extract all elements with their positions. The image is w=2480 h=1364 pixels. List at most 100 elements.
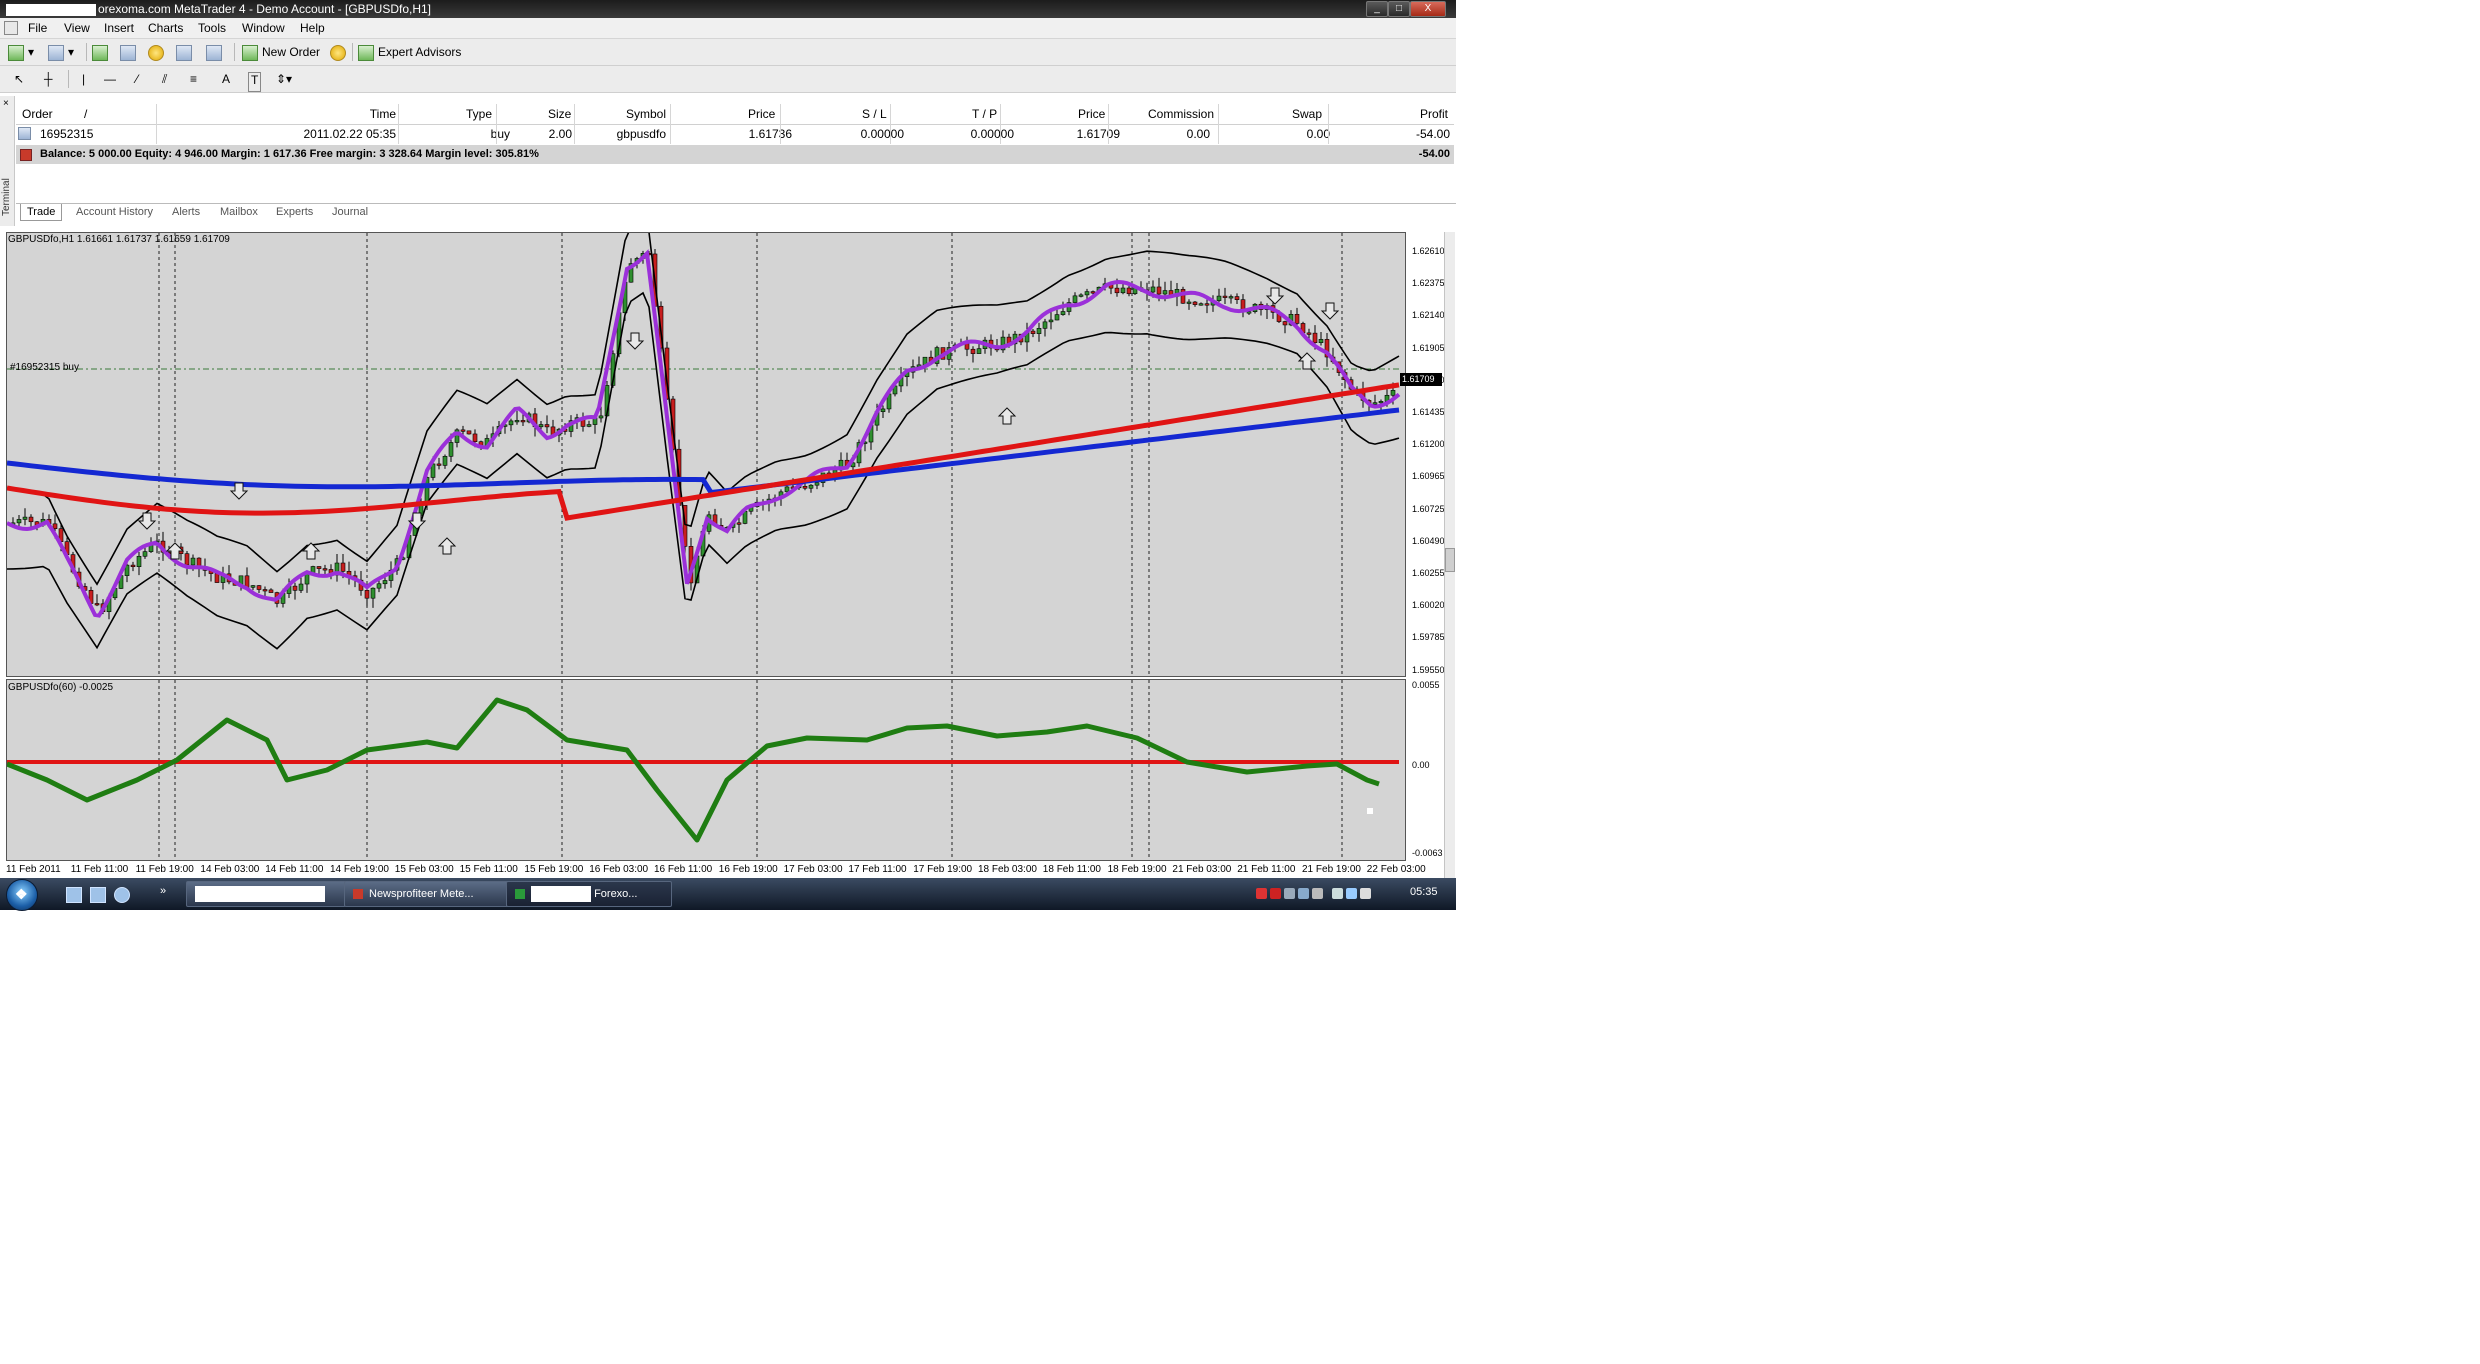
tab-experts[interactable]: Experts (272, 206, 317, 218)
indicator-window[interactable] (6, 679, 1406, 861)
col-sl[interactable]: S / L (862, 107, 887, 121)
taskbar-item-forexoma[interactable]: Forexo... (506, 881, 672, 907)
col-order[interactable]: Order (22, 107, 53, 121)
fibonacci-tool[interactable]: ≡ (190, 70, 197, 88)
taskbar-item-redacted[interactable] (186, 881, 346, 907)
candle-body (1150, 286, 1156, 293)
price-tick-label: 1.62610 (1412, 246, 1445, 256)
col-price[interactable]: Price (748, 107, 775, 121)
cursor-tool[interactable]: ↖ (14, 70, 24, 88)
candle-body (880, 408, 886, 413)
candle-body (1090, 291, 1096, 294)
col-close-price[interactable]: Price (1078, 107, 1105, 121)
time-tick-label: 11 Feb 11:00 (70, 864, 129, 875)
menu-window[interactable]: Window (242, 21, 285, 35)
new-order-icon (242, 44, 258, 61)
metaeditor-button[interactable] (330, 43, 350, 61)
horizontal-line-tool[interactable]: — (104, 70, 116, 88)
close-button[interactable]: X (1410, 1, 1446, 17)
price-chart[interactable] (6, 232, 1406, 677)
col-profit[interactable]: Profit (1420, 107, 1448, 121)
candle-body (16, 519, 22, 524)
tools-icon[interactable] (1312, 888, 1323, 899)
network-icon[interactable] (1346, 888, 1357, 899)
column-divider (1108, 104, 1109, 144)
col-type[interactable]: Type (466, 107, 492, 121)
buy-signal-arrow-icon (437, 537, 457, 555)
volume-icon[interactable] (1360, 888, 1371, 899)
navigator-button[interactable] (120, 43, 140, 61)
browser-icon[interactable] (114, 887, 130, 903)
mail-icon[interactable] (1270, 888, 1281, 899)
battery-icon[interactable] (1332, 888, 1343, 899)
tab-alerts[interactable]: Alerts (168, 206, 204, 218)
candle-body (340, 562, 346, 572)
terminal-button[interactable] (176, 43, 196, 61)
favorites-button[interactable] (148, 43, 168, 61)
column-divider (780, 104, 781, 144)
candle-body (190, 557, 196, 566)
crosshair-tool[interactable]: ┼ (44, 70, 53, 88)
tab-account-history[interactable]: Account History (72, 206, 157, 218)
text-label-tool[interactable]: T (248, 72, 262, 92)
candle-body (1120, 287, 1126, 294)
time-tick-label: 11 Feb 19:00 (135, 864, 194, 875)
candle-body (1306, 332, 1312, 335)
tab-trade[interactable]: Trade (20, 204, 63, 221)
expert-advisors-button[interactable]: Expert Advisors (358, 43, 461, 61)
tab-mailbox[interactable]: Mailbox (216, 206, 262, 218)
show-desktop-icon[interactable] (66, 887, 82, 903)
candle-body (442, 455, 448, 466)
arrows-tool[interactable]: ⇕▾ (276, 70, 292, 88)
chart-title: GBPUSDfo,H1 1.61661 1.61737 1.61659 1.61… (8, 234, 230, 245)
display-icon[interactable] (1298, 888, 1309, 899)
col-tp[interactable]: T / P (972, 107, 997, 121)
start-button[interactable]: ❖ (6, 879, 38, 911)
menu-insert[interactable]: Insert (104, 21, 134, 35)
magnifier-icon (206, 44, 222, 61)
quicklaunch-overflow-icon[interactable]: » (160, 885, 166, 897)
trendline-tool[interactable]: ⁄ (136, 70, 138, 88)
time-tick-label: 21 Feb 11:00 (1237, 864, 1296, 875)
tab-journal[interactable]: Journal (328, 206, 372, 218)
switch-windows-icon[interactable] (90, 887, 106, 903)
table-row[interactable]: 16952315 2011.02.22 05:35 buy 2.00 gbpus… (16, 124, 1454, 144)
terminal-table-header: Order / Time Type Size Symbol Price S / … (16, 104, 1454, 125)
profiles-button[interactable]: ▾ (48, 43, 74, 61)
new-chart-button[interactable]: ▾ (8, 43, 34, 61)
menu-charts[interactable]: Charts (148, 21, 183, 35)
candle-body (250, 585, 256, 588)
balance-summary: Balance: 5 000.00 Equity: 4 946.00 Margi… (40, 148, 539, 160)
col-symbol[interactable]: Symbol (626, 107, 666, 121)
menu-help[interactable]: Help (300, 21, 325, 35)
sync-icon[interactable] (1284, 888, 1295, 899)
new-order-button[interactable]: New Order (242, 43, 320, 61)
channel-tool[interactable]: ⫽ (162, 70, 167, 88)
time-tick-label: 14 Feb 03:00 (200, 864, 260, 875)
text-tool[interactable]: A (222, 70, 230, 88)
minimize-button[interactable]: _ (1366, 1, 1388, 17)
strategy-tester-button[interactable] (206, 43, 226, 61)
order-time: 2011.02.22 05:35 (303, 127, 396, 141)
candle-body (1048, 319, 1054, 323)
vertical-line-tool[interactable]: | (82, 70, 85, 88)
col-commission[interactable]: Commission (1148, 107, 1214, 121)
menu-tools[interactable]: Tools (198, 21, 226, 35)
col-time[interactable]: Time (356, 107, 396, 121)
terminal-close-icon[interactable]: × (3, 98, 9, 109)
menu-file[interactable]: File (28, 21, 47, 35)
market-watch-button[interactable] (92, 43, 112, 61)
scrollbar-thumb[interactable] (1445, 548, 1455, 572)
col-size[interactable]: Size (548, 107, 571, 121)
candle-body (1294, 313, 1300, 324)
candle-body (1186, 301, 1192, 304)
col-swap[interactable]: Swap (1292, 107, 1322, 121)
menu-view[interactable]: View (64, 21, 90, 35)
maximize-button[interactable]: □ (1388, 1, 1410, 17)
order-id: 16952315 (40, 127, 94, 141)
mdi-app-icon[interactable] (4, 21, 18, 35)
taskbar-item-newsprofiteer[interactable]: Newsprofiteer Mete... (344, 881, 510, 907)
antivirus-icon[interactable] (1256, 888, 1267, 899)
candle-body (1246, 311, 1252, 314)
column-divider (1328, 104, 1329, 144)
